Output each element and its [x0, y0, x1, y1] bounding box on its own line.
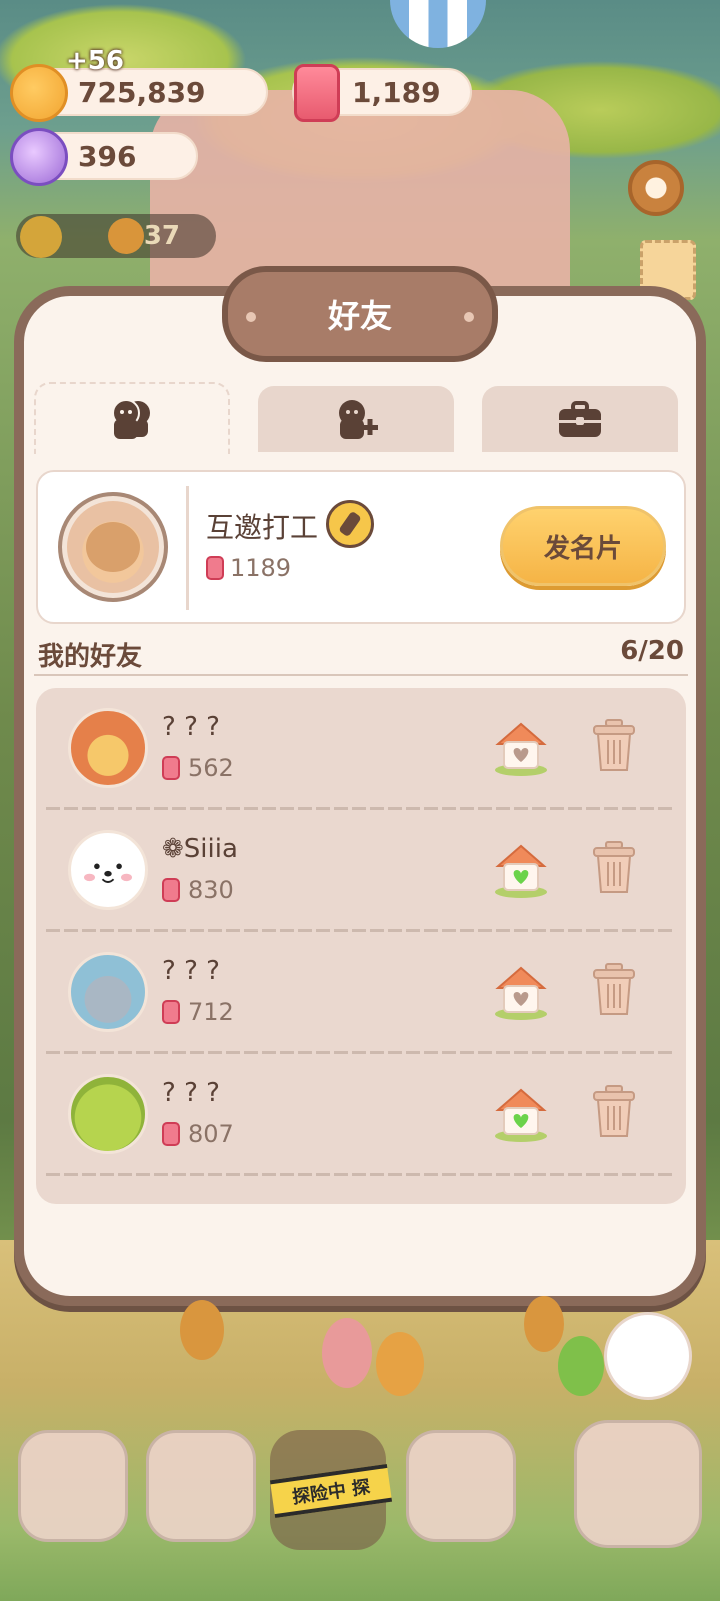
gingerbread-character[interactable] [180, 1300, 224, 1360]
my-friends-title: 我的好友 [38, 642, 143, 672]
helper-value: 37 [143, 221, 180, 251]
tab-add-friend[interactable] [258, 386, 454, 452]
visit-house-icon[interactable] [492, 962, 550, 1020]
shop-stall-button[interactable] [406, 1430, 516, 1542]
candle-icon [294, 64, 340, 122]
friend-avatar[interactable] [68, 952, 148, 1032]
row-divider [46, 1173, 676, 1176]
tab-friends[interactable] [34, 382, 230, 454]
candle-icon [162, 1000, 180, 1024]
alarm-clock-character-button[interactable] [574, 1420, 702, 1548]
mushroom-house-button[interactable] [18, 1430, 128, 1542]
list-item: ? ? ? 807 [36, 1054, 686, 1176]
panel-title: 好友 [327, 297, 392, 335]
candy-value: 396 [78, 139, 137, 173]
briefcase-icon [559, 401, 601, 437]
bottom-nav: 探险中 探 [0, 1420, 720, 1580]
list-item: ? ? ? 712 [36, 932, 686, 1054]
delete-trash-icon[interactable] [590, 1084, 638, 1140]
list-item: ❁Siiia 830 [36, 810, 686, 932]
delete-trash-icon[interactable] [590, 840, 638, 896]
friend-candles: 562 [162, 754, 234, 782]
friend-avatar[interactable] [68, 708, 148, 788]
friend-avatar[interactable] [68, 830, 148, 910]
candle-icon [162, 1122, 180, 1146]
friend-name: ? ? ? [162, 956, 220, 986]
friend-candles-value: 712 [188, 998, 234, 1026]
bear-face-icon [83, 863, 133, 883]
candle-icon [162, 756, 180, 780]
visit-house-icon[interactable] [492, 718, 550, 776]
helper-counter[interactable]: 37 [16, 214, 216, 258]
friends-list[interactable]: ? ? ? 562 ❁Siiia 830 ? ? ? 712 ? ? ? 807 [36, 688, 686, 1204]
friend-candles-value: 807 [188, 1120, 234, 1148]
friend-candles: 830 [162, 876, 234, 904]
gingerbread-character[interactable] [322, 1318, 372, 1388]
candle-icon [162, 878, 180, 902]
visit-house-icon[interactable] [492, 1084, 550, 1142]
add-friend-icon [339, 400, 378, 439]
settings-gear-icon[interactable] [628, 160, 684, 216]
cookie-coin-icon [10, 64, 68, 122]
section-divider [34, 674, 688, 676]
candle-counter: 1,189 [292, 64, 472, 122]
my-profile-card: 互邀打工 1189 发名片 [36, 470, 686, 624]
friend-candles: 807 [162, 1120, 234, 1148]
visit-house-icon[interactable] [492, 840, 550, 898]
gingerbread-character[interactable] [376, 1332, 424, 1396]
friends-count: 6/20 [620, 636, 684, 666]
my-candles: 1189 [206, 554, 291, 582]
candle-icon [206, 556, 224, 580]
sun-icon [20, 216, 62, 258]
bear-face [86, 522, 140, 572]
friends-icon [112, 399, 150, 439]
card-divider [186, 486, 189, 610]
gingerbread-character[interactable] [558, 1336, 604, 1396]
candle-value: 1,189 [352, 75, 441, 109]
candy-icon [10, 128, 68, 186]
tasks-notebook-button[interactable] [146, 1430, 256, 1542]
friend-avatar[interactable] [68, 1074, 148, 1154]
friend-candles-value: 562 [188, 754, 234, 782]
candy-counter: 396 [10, 128, 198, 186]
gingerbread-icon [108, 218, 144, 254]
my-name: 互邀打工 [206, 511, 319, 544]
friend-candles: 712 [162, 998, 234, 1026]
friend-name: ? ? ? [162, 1078, 220, 1108]
panel-title-plate: 好友 [222, 266, 498, 362]
my-avatar[interactable] [58, 492, 168, 602]
friend-name: ? ? ? [162, 712, 220, 742]
coin-value: 725,839 [78, 75, 206, 109]
tab-briefcase[interactable] [482, 386, 678, 452]
coin-counter: 725,839 [10, 64, 268, 122]
gingerbread-character[interactable] [524, 1296, 564, 1352]
coin-delta: +56 [66, 46, 124, 76]
edit-pencil-icon[interactable] [326, 500, 374, 548]
list-item: ? ? ? 562 [36, 688, 686, 810]
friend-candles-value: 830 [188, 876, 234, 904]
send-card-button[interactable]: 发名片 [500, 506, 666, 586]
friend-name: ❁Siiia [162, 834, 238, 864]
delete-trash-icon[interactable] [590, 962, 638, 1018]
my-candles-value: 1189 [230, 554, 292, 582]
chat-bubble-icon[interactable] [604, 1312, 692, 1400]
delete-trash-icon[interactable] [590, 718, 638, 774]
